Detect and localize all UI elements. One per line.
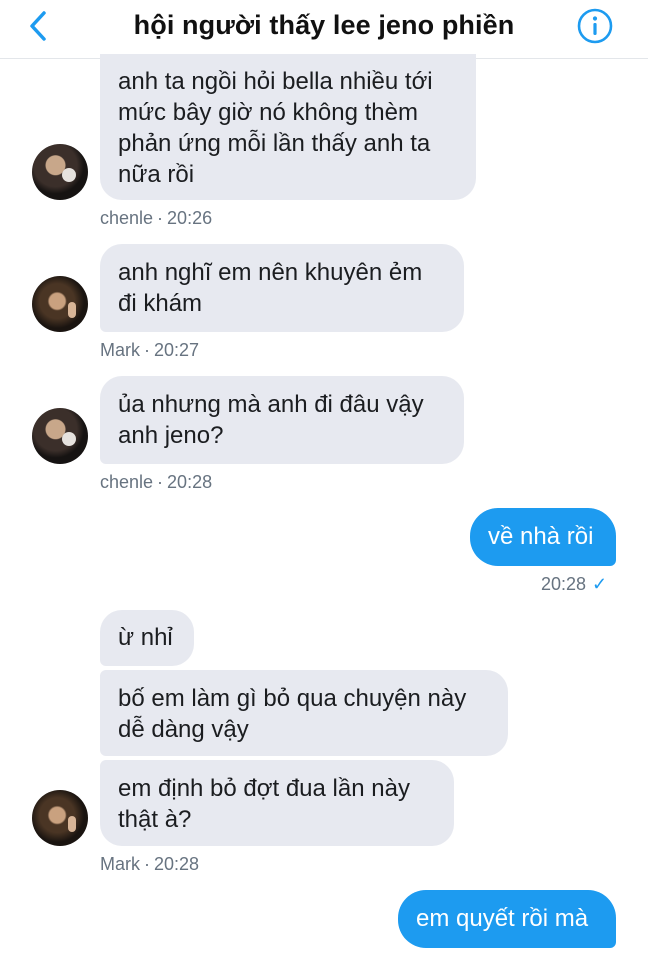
- avatar-mark[interactable]: [32, 276, 88, 332]
- sender-name: Mark: [100, 854, 140, 874]
- message-bubble[interactable]: bố em làm gì bỏ qua chuyện này dễ dàng v…: [100, 670, 508, 756]
- message-meta: Mark · 20:27: [100, 340, 199, 361]
- meta-dot: ·: [157, 472, 164, 492]
- avatar-mark[interactable]: [32, 790, 88, 846]
- avatar-chenle[interactable]: [32, 144, 88, 200]
- avatar-chenle[interactable]: [32, 408, 88, 464]
- meta-dot: ·: [144, 340, 150, 360]
- message-time: 20:28: [154, 854, 200, 874]
- outgoing-message-bubble[interactable]: về nhà rồi: [470, 508, 616, 566]
- meta-dot: ·: [157, 208, 164, 228]
- sender-name: chenle: [100, 208, 154, 228]
- message-bubble[interactable]: anh ta ngồi hỏi bella nhiều tới mức bây …: [100, 54, 476, 200]
- message-meta: 20:28 ✓: [541, 574, 607, 595]
- message-time: 20:27: [154, 340, 200, 360]
- message-meta: Mark · 20:28: [100, 854, 199, 875]
- message-time: 20:28: [167, 472, 213, 492]
- meta-dot: ·: [144, 854, 150, 874]
- sender-name: chenle: [100, 472, 154, 492]
- info-icon[interactable]: [576, 7, 614, 45]
- conversation-title: hội người thấy lee jeno phiền: [133, 10, 515, 40]
- message-bubble[interactable]: ừ nhỉ: [100, 610, 194, 666]
- outgoing-message-bubble[interactable]: em quyết rồi mà: [398, 890, 616, 948]
- message-bubble[interactable]: anh nghĩ em nên khuyên ẻm đi khám: [100, 244, 464, 332]
- message-time: 20:26: [167, 208, 213, 228]
- sender-name: Mark: [100, 340, 140, 360]
- message-bubble[interactable]: ủa nhưng mà anh đi đâu vậy anh jeno?: [100, 376, 464, 464]
- message-bubble[interactable]: em định bỏ đợt đua lần này thật à?: [100, 760, 454, 846]
- message-meta: chenle · 20:28: [100, 472, 212, 493]
- message-time: 20:28: [541, 574, 587, 594]
- read-check-icon: ✓: [592, 574, 608, 594]
- chat-header: hội người thấy lee jeno phiền: [0, 0, 648, 59]
- message-meta: chenle · 20:26: [100, 208, 212, 229]
